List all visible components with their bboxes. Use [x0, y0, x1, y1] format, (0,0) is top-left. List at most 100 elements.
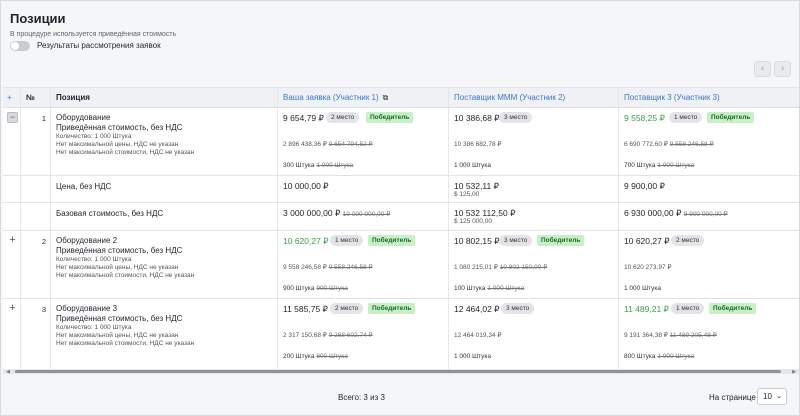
total-count: Всего: 3 из 3 — [338, 393, 385, 402]
position-quantity: Количество: 1 000 Штука — [56, 324, 132, 331]
expand-icon[interactable]: + — [7, 303, 18, 314]
col-num: № — [21, 88, 51, 107]
position-info: Оборудование Приведённая стоимость, без … — [56, 113, 194, 157]
offer-quantity: 800 Штука 1 000 Штука — [624, 353, 695, 360]
offer-total: 10 620 273,97 ₽ — [624, 264, 672, 271]
position-max-price: Нет максимальной цены, НДС не указан — [56, 141, 179, 148]
position-quantity: Количество: 1 000 Штука — [56, 133, 132, 140]
position-price-type: Приведённая стоимость, без НДС — [56, 123, 183, 132]
procedure-note: В процедуре используется приведённая сто… — [10, 31, 177, 38]
position-name: Оборудование 2 — [56, 236, 118, 245]
offer-cell: 11 489,21 ₽ 1 место Победитель 9 191 364… — [619, 299, 799, 369]
offer-price: 11 585,75 ₽ — [283, 304, 328, 314]
expand-icon[interactable]: + — [7, 235, 18, 246]
place-badge: 2 место — [671, 235, 705, 246]
position-max-price: Нет максимальной цены, НДС не указан — [56, 264, 179, 271]
place-badge: 1 место — [671, 303, 705, 314]
offer-cell: 10 386,68 ₽ 3 место 10 386 682,78 ₽ 1 00… — [449, 108, 619, 175]
offer-price: 10 000,00 ₽ — [283, 181, 329, 191]
position-price-type: Приведённая стоимость, без НДС — [56, 314, 183, 323]
offer-quantity: 1 000 Штука — [454, 162, 491, 169]
position-max-cost: Нет максимальной стоимости, НДС не указа… — [56, 340, 195, 347]
offer-quantity: 200 Штука 800 Штука — [283, 353, 348, 360]
table-row: − 1 Оборудование Приведённая стоимость, … — [3, 108, 799, 176]
offer-price: 10 386,68 ₽ — [454, 113, 500, 123]
offer-price: 10 620,27 ₽ — [283, 236, 329, 246]
offer-price: 11 489,21 ₽ — [624, 304, 669, 314]
offer-price: 12 464,02 ₽ — [454, 304, 500, 314]
offer-total: 2 896 438,36 ₽ 9 654 794,52 ₽ — [283, 141, 373, 148]
offer-quantity: 900 Штука 900 Штука — [283, 285, 348, 292]
offer-quantity: 700 Штука 1 000 Штука — [624, 162, 695, 169]
offer-price: 9 900,00 ₽ — [624, 181, 665, 191]
expand-all-icon[interactable]: + — [3, 88, 21, 107]
prev-page-button[interactable]: ‹ — [754, 61, 771, 77]
position-quantity: Количество: 1 000 Штука — [56, 256, 132, 263]
offer-price: 6 930 000,00 ₽ 9 900 000,00 ₽ — [624, 208, 728, 218]
place-badge: 1 место — [669, 112, 703, 123]
results-toggle[interactable] — [10, 41, 30, 51]
table-header-row: + № Позиция Ваша заявка (Участник 1) ⧉ По… — [3, 88, 799, 108]
offer-quantity: 1 000 Штука — [454, 353, 491, 360]
col-participant-2-label[interactable]: Поставщик МММ (Участник 2) — [454, 93, 565, 102]
place-badge: 2 место — [326, 112, 360, 123]
positions-panel: Позиции В процедуре используется приведё… — [0, 0, 800, 416]
offer-cell: 12 464,02 ₽ 3 место 12 464 019,34 ₽ 1 00… — [449, 299, 619, 369]
offer-cell: 9 558,25 ₽ 1 место Победитель 6 690 772,… — [619, 108, 799, 175]
offer-total: 1 080 215,01 ₽ 10 802 150,00 ₽ — [454, 264, 548, 271]
winner-badge: Победитель — [368, 235, 416, 246]
position-info: Оборудование 2 Приведённая стоимость, бе… — [56, 236, 194, 280]
offer-total: 6 690 772,60 ₽ 9 558 246,58 ₽ — [624, 141, 714, 148]
col-participant-3[interactable]: Поставщик 3 (Участник 3) — [619, 88, 799, 107]
table-row: Цена, без НДС 10 000,00 ₽ 10 532,11 ₽ $ … — [3, 176, 799, 203]
offer-total: 12 464 019,34 ₽ — [454, 332, 502, 339]
position-max-price: Нет максимальной цены, НДС не указан — [56, 332, 179, 339]
winner-badge: Победитель — [707, 112, 755, 123]
offer-cell: 9 654,79 ₽ 2 место Победитель 2 896 438,… — [278, 108, 449, 175]
offer-cell: 10 802,15 ₽ 3 место Победитель 1 080 215… — [449, 231, 619, 298]
external-link-icon[interactable]: ⧉ — [383, 88, 389, 108]
place-badge: 3 место — [499, 112, 533, 123]
position-info: Оборудование 3 Приведённая стоимость, бе… — [56, 304, 194, 348]
offer-usd: $ 125 000,00 — [454, 218, 492, 225]
scroll-left-icon[interactable]: ◀ — [6, 369, 10, 375]
position-price-type: Приведённая стоимость, без НДС — [56, 246, 183, 255]
col-position: Позиция — [51, 88, 278, 107]
place-badge: 3 место — [499, 235, 533, 246]
table-row: + 2 Оборудование 2 Приведённая стоимость… — [3, 231, 799, 299]
scrollbar-thumb[interactable] — [15, 370, 781, 373]
col-participant-2[interactable]: Поставщик МММ (Участник 2) — [449, 88, 619, 107]
offer-total: 10 386 682,78 ₽ — [454, 141, 502, 148]
col-participant-1[interactable]: Ваша заявка (Участник 1) ⧉ — [278, 88, 449, 107]
table-row: + 3 Оборудование 3 Приведённая стоимость… — [3, 299, 799, 369]
offer-total: 2 317 150,68 ₽ 9 268 602,74 ₽ — [283, 332, 373, 339]
position-name: Оборудование — [56, 113, 111, 122]
table-row: Базовая стоимость, без НДС 3 000 000,00 … — [3, 203, 799, 231]
subrow-label: Цена, без НДС — [56, 182, 112, 191]
per-page-select[interactable]: 10 ⌄ — [757, 388, 787, 405]
row-number: 2 — [41, 237, 46, 246]
positions-table: + № Позиция Ваша заявка (Участник 1) ⧉ По… — [3, 87, 799, 369]
results-toggle-label: Результаты рассмотрения заявок — [37, 41, 161, 50]
horizontal-scrollbar[interactable]: ◀ ▶ — [3, 369, 799, 375]
row-number: 3 — [41, 305, 46, 314]
place-badge: 1 место — [330, 235, 364, 246]
offer-price: 10 802,15 ₽ — [454, 236, 500, 246]
offer-quantity: 1 000 Штука — [624, 285, 661, 292]
offer-price: 3 000 000,00 ₽ 10 000 000,00 ₽ — [283, 208, 391, 218]
collapse-icon[interactable]: − — [7, 112, 18, 123]
scroll-right-icon[interactable]: ▶ — [792, 369, 796, 375]
page-title: Позиции — [10, 11, 66, 26]
place-badge: 2 место — [330, 303, 364, 314]
per-page-value: 10 — [763, 392, 772, 401]
col-participant-1-label[interactable]: Ваша заявка (Участник 1) — [283, 93, 379, 102]
winner-badge: Победитель — [366, 112, 414, 123]
next-page-button[interactable]: › — [774, 61, 791, 77]
winner-badge: Победитель — [368, 303, 416, 314]
col-participant-3-label[interactable]: Поставщик 3 (Участник 3) — [624, 93, 720, 102]
offer-price: 9 558,25 ₽ — [624, 113, 665, 123]
subrow-label: Базовая стоимость, без НДС — [56, 209, 164, 218]
offer-cell: 10 620,27 ₽ 1 место Победитель 9 558 246… — [278, 231, 449, 298]
row-number: 1 — [41, 114, 46, 123]
per-page-label: На странице — [709, 393, 756, 402]
